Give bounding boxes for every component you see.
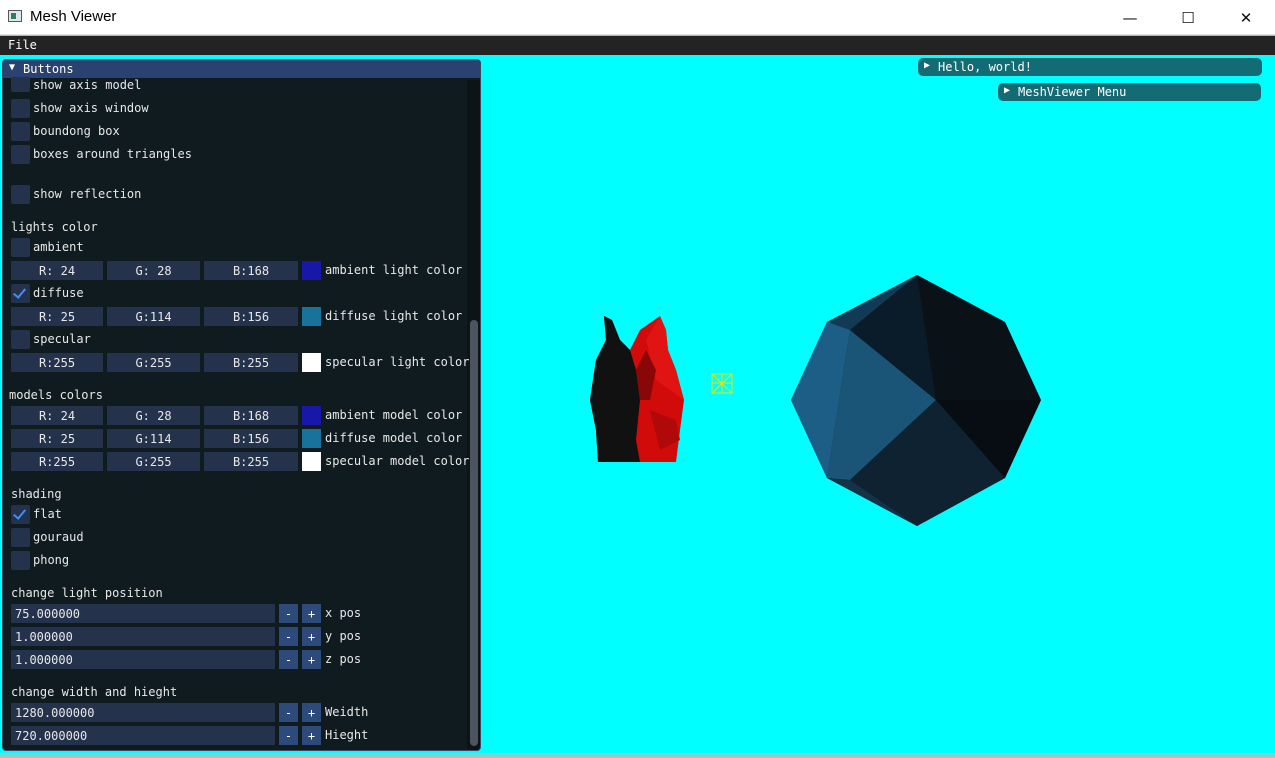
light-x-plus-button[interactable]: + xyxy=(302,604,321,623)
label-diffuse-model-color: diffuse model color xyxy=(325,431,463,445)
meshviewer-menu-window[interactable]: ▶ MeshViewer Menu xyxy=(998,83,1261,101)
label-diffuse: diffuse xyxy=(33,286,84,300)
width-minus-button[interactable]: - xyxy=(279,703,298,722)
diffuse-light-b[interactable]: B:156 xyxy=(204,307,298,326)
light-y-plus-button[interactable]: + xyxy=(302,627,321,646)
label-x-pos: x pos xyxy=(325,606,362,620)
ambient-light-g[interactable]: G: 28 xyxy=(107,261,200,280)
label-show-axis-window: show axis window xyxy=(33,101,149,115)
label-gouraud: gouraud xyxy=(33,530,84,544)
ambient-model-g[interactable]: G: 28 xyxy=(107,406,200,425)
specular-light-g[interactable]: G:255 xyxy=(107,353,200,372)
specular-light-r[interactable]: R:255 xyxy=(11,353,103,372)
specular-model-swatch[interactable] xyxy=(302,452,321,471)
width-input[interactable]: 1280.000000 xyxy=(11,703,275,722)
ambient-model-swatch[interactable] xyxy=(302,406,321,425)
expand-triangle-icon: ▶ xyxy=(924,60,931,71)
height-minus-button[interactable]: - xyxy=(279,726,298,745)
label-flat: flat xyxy=(33,507,62,521)
panel-header[interactable]: ▼ Buttons xyxy=(3,60,480,78)
label-ambient-light-color: ambient light color xyxy=(325,263,463,277)
light-z-input[interactable]: 1.000000 xyxy=(11,650,275,669)
label-specular: specular xyxy=(33,332,91,346)
checkbox-diffuse[interactable] xyxy=(11,284,30,303)
height-input[interactable]: 720.000000 xyxy=(11,726,275,745)
ambient-model-b[interactable]: B:168 xyxy=(204,406,298,425)
diffuse-light-r[interactable]: R: 25 xyxy=(11,307,103,326)
specular-model-g[interactable]: G:255 xyxy=(107,452,200,471)
light-z-plus-button[interactable]: + xyxy=(302,650,321,669)
light-y-input[interactable]: 1.000000 xyxy=(11,627,275,646)
ambient-model-r[interactable]: R: 24 xyxy=(11,406,103,425)
scrollbar-thumb[interactable] xyxy=(470,320,478,746)
hello-window[interactable]: ▶ Hello, world! xyxy=(918,58,1262,76)
ambient-light-r[interactable]: R: 24 xyxy=(11,261,103,280)
ambient-light-b[interactable]: B:168 xyxy=(204,261,298,280)
panel-title: Buttons xyxy=(23,62,74,76)
light-y-minus-button[interactable]: - xyxy=(279,627,298,646)
polyhedron-model xyxy=(791,275,1041,526)
checkbox-boxes-triangles[interactable] xyxy=(11,145,30,164)
bottom-edge xyxy=(0,753,1275,758)
checkbox-specular[interactable] xyxy=(11,330,30,349)
label-boxes-triangles: boxes around triangles xyxy=(33,147,192,161)
expand-triangle-icon: ▶ xyxy=(1004,85,1011,96)
specular-model-b[interactable]: B:255 xyxy=(204,452,298,471)
checkbox-show-reflection[interactable] xyxy=(11,185,30,204)
heading-lights-color: lights color xyxy=(11,220,98,234)
height-plus-button[interactable]: + xyxy=(302,726,321,745)
heading-shading: shading xyxy=(11,487,62,501)
checkbox-phong[interactable] xyxy=(11,551,30,570)
checkbox-bounding-box[interactable] xyxy=(11,122,30,141)
diffuse-light-swatch[interactable] xyxy=(302,307,321,326)
checkbox-flat[interactable] xyxy=(11,505,30,524)
rhino-model xyxy=(590,316,684,462)
collapse-triangle-icon: ▼ xyxy=(9,62,16,73)
label-phong: phong xyxy=(33,553,70,567)
label-ambient: ambient xyxy=(33,240,84,254)
checkbox-ambient[interactable] xyxy=(11,238,30,257)
hello-window-title: Hello, world! xyxy=(938,60,1032,74)
diffuse-model-r[interactable]: R: 25 xyxy=(11,429,103,448)
specular-light-swatch[interactable] xyxy=(302,353,321,372)
panel-scrollbar[interactable] xyxy=(467,80,480,750)
label-y-pos: y pos xyxy=(325,629,362,643)
label-ambient-model-color: ambient model color xyxy=(325,408,463,422)
width-plus-button[interactable]: + xyxy=(302,703,321,722)
label-bounding-box: boundong box xyxy=(33,124,120,138)
label-height: Hieght xyxy=(325,728,369,742)
light-x-minus-button[interactable]: - xyxy=(279,604,298,623)
checkbox-show-axis-model[interactable] xyxy=(11,77,30,92)
heading-width-height: change width and hieght xyxy=(11,685,178,699)
label-specular-light-color: specular light color xyxy=(325,355,470,369)
ambient-light-swatch[interactable] xyxy=(302,261,321,280)
label-diffuse-light-color: diffuse light color xyxy=(325,309,463,323)
heading-models-colors: models colors xyxy=(9,388,103,402)
diffuse-light-g[interactable]: G:114 xyxy=(107,307,200,326)
checkbox-show-axis-window[interactable] xyxy=(11,99,30,118)
checkbox-gouraud[interactable] xyxy=(11,528,30,547)
label-z-pos: z pos xyxy=(325,652,362,666)
label-specular-model-color: specular model color xyxy=(325,454,470,468)
diffuse-model-g[interactable]: G:114 xyxy=(107,429,200,448)
heading-light-position: change light position xyxy=(11,586,163,600)
label-show-axis-model: show axis model xyxy=(33,78,142,92)
label-show-reflection: show reflection xyxy=(33,187,142,201)
diffuse-model-b[interactable]: B:156 xyxy=(204,429,298,448)
specular-model-r[interactable]: R:255 xyxy=(11,452,103,471)
buttons-panel: ▼ Buttons show axis model show axis wind… xyxy=(2,59,481,751)
light-x-input[interactable]: 75.000000 xyxy=(11,604,275,623)
light-marker xyxy=(711,373,733,394)
meshviewer-menu-title: MeshViewer Menu xyxy=(1018,85,1127,99)
specular-light-b[interactable]: B:255 xyxy=(204,353,298,372)
diffuse-model-swatch[interactable] xyxy=(302,429,321,448)
label-width: Weidth xyxy=(325,705,369,719)
light-z-minus-button[interactable]: - xyxy=(279,650,298,669)
